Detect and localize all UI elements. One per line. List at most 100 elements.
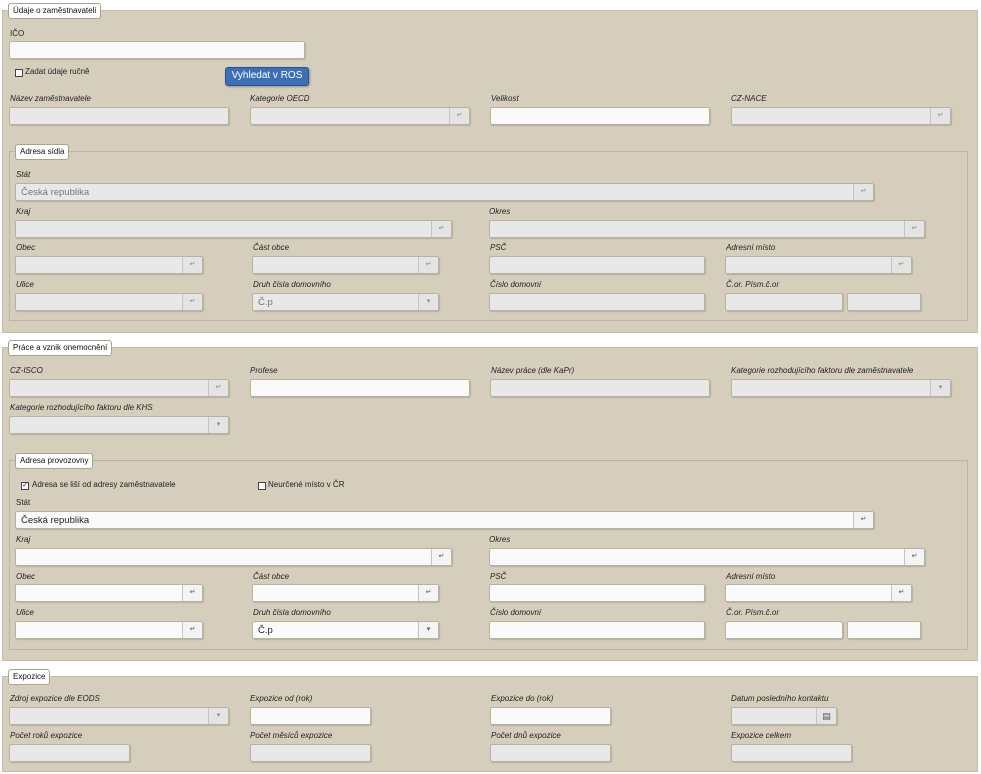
- op-orient-label: Č.or. Písm.č.or: [726, 608, 780, 617]
- oecd-label: Kategorie OECD: [250, 94, 310, 103]
- op-house-number-input[interactable]: [489, 621, 705, 639]
- exposure-days-input[interactable]: [490, 744, 611, 762]
- lookup-icon[interactable]: ↵: [853, 512, 873, 528]
- ico-input[interactable]: [9, 41, 305, 59]
- seat-orient-number-input[interactable]: [725, 293, 843, 311]
- job-name-input[interactable]: [490, 379, 710, 397]
- seat-house-number-input[interactable]: [489, 293, 705, 311]
- exposure-section-legend: Expozice: [8, 669, 51, 685]
- operation-address-legend: Adresa provozovny: [15, 453, 94, 469]
- op-country-label: Stát: [16, 498, 31, 507]
- isco-label: CZ-ISCO: [10, 366, 43, 375]
- chevron-down-icon[interactable]: ▾: [208, 708, 228, 724]
- op-region-label: Kraj: [16, 535, 31, 544]
- op-region-input[interactable]: ↵: [15, 548, 452, 566]
- employer-factor-select[interactable]: ▾: [731, 379, 951, 397]
- op-house-number-label: Číslo domovní: [490, 608, 542, 617]
- size-input[interactable]: [490, 107, 710, 125]
- lookup-icon[interactable]: ↵: [208, 380, 228, 396]
- chevron-down-icon[interactable]: ▾: [418, 294, 438, 310]
- lookup-icon[interactable]: ↵: [853, 184, 873, 200]
- op-psc-input[interactable]: [489, 584, 705, 602]
- op-district-input[interactable]: ↵: [489, 548, 925, 566]
- op-address-point-input[interactable]: ↵: [725, 584, 912, 602]
- op-orient-letter-input[interactable]: [847, 621, 921, 639]
- employer-name-label: Název zaměstnavatele: [10, 94, 91, 103]
- lookup-icon[interactable]: ↵: [418, 585, 438, 601]
- manual-entry-checkbox[interactable]: [15, 69, 23, 77]
- op-house-type-select[interactable]: Č.p ▾: [252, 621, 439, 639]
- op-district-label: Okres: [489, 535, 511, 544]
- lookup-icon[interactable]: ↵: [431, 221, 451, 237]
- profession-label: Profese: [250, 366, 278, 375]
- lookup-icon[interactable]: ↵: [182, 257, 202, 273]
- chevron-down-icon[interactable]: ▾: [208, 417, 228, 433]
- exposure-from-input[interactable]: [250, 707, 371, 725]
- nace-input[interactable]: ↵: [731, 107, 951, 125]
- seat-country-input[interactable]: Česká republika ↵: [15, 183, 874, 201]
- work-section-legend: Práce a vznik onemocnění: [8, 340, 113, 356]
- lookup-icon[interactable]: ↵: [431, 549, 451, 565]
- exposure-to-input[interactable]: [490, 707, 611, 725]
- op-street-label: Ulice: [16, 608, 34, 617]
- seat-country-label: Stát: [16, 170, 31, 179]
- op-psc-label: PSČ: [490, 572, 507, 581]
- lookup-icon[interactable]: ↵: [182, 622, 202, 638]
- seat-region-input[interactable]: ↵: [15, 220, 452, 238]
- lookup-icon[interactable]: ↵: [182, 585, 202, 601]
- seat-part-input[interactable]: ↵: [252, 256, 439, 274]
- employer-name-input[interactable]: [9, 107, 229, 125]
- address-differs-checkbox[interactable]: ✓: [21, 482, 29, 490]
- lookup-icon[interactable]: ↵: [449, 108, 469, 124]
- chevron-down-icon[interactable]: ▾: [930, 380, 950, 396]
- isco-input[interactable]: ↵: [9, 379, 229, 397]
- seat-street-input[interactable]: ↵: [15, 293, 203, 311]
- seat-district-label: Okres: [489, 207, 511, 216]
- lookup-icon[interactable]: ↵: [418, 257, 438, 273]
- calendar-icon[interactable]: ▤: [816, 708, 836, 724]
- last-contact-label: Datum posledního kontaktu: [731, 694, 829, 703]
- lookup-icon[interactable]: ↵: [891, 257, 911, 273]
- oecd-input[interactable]: ↵: [250, 107, 470, 125]
- employer-section-legend: Údaje o zaměstnavateli: [8, 3, 102, 19]
- lookup-icon[interactable]: ↵: [904, 549, 924, 565]
- exposure-total-input[interactable]: [731, 744, 852, 762]
- op-orient-number-input[interactable]: [725, 621, 843, 639]
- op-country-input[interactable]: Česká republika ↵: [15, 511, 874, 529]
- khs-factor-select[interactable]: ▾: [9, 416, 229, 434]
- op-municipality-label: Obec: [16, 572, 36, 581]
- seat-house-type-select[interactable]: Č.p ▾: [252, 293, 439, 311]
- op-country-value: Česká republika: [21, 515, 90, 526]
- seat-district-input[interactable]: ↵: [489, 220, 925, 238]
- seat-municipality-label: Obec: [16, 243, 36, 252]
- seat-municipality-input[interactable]: ↵: [15, 256, 203, 274]
- lookup-icon[interactable]: ↵: [182, 294, 202, 310]
- profession-input[interactable]: [250, 379, 470, 397]
- op-street-input[interactable]: ↵: [15, 621, 203, 639]
- exposure-months-label: Počet měsíců expozice: [250, 731, 333, 740]
- lookup-icon[interactable]: ↵: [904, 221, 924, 237]
- search-ros-button[interactable]: Vyhledat v ROS: [225, 67, 309, 86]
- seat-psc-label: PSČ: [490, 243, 507, 252]
- op-house-type-value: Č.p: [258, 625, 273, 636]
- exposure-from-label: Expozice od (rok): [250, 694, 313, 703]
- seat-house-type-label: Druh čísla domovního: [253, 280, 331, 289]
- op-part-input[interactable]: ↵: [252, 584, 439, 602]
- seat-orient-letter-input[interactable]: [847, 293, 921, 311]
- op-municipality-input[interactable]: ↵: [15, 584, 203, 602]
- seat-house-type-value: Č.p: [258, 297, 273, 308]
- seat-psc-input[interactable]: [489, 256, 705, 274]
- last-contact-input[interactable]: ▤: [731, 707, 837, 725]
- lookup-icon[interactable]: ↵: [891, 585, 911, 601]
- unspecified-place-label: Neurčené místo v ČR: [268, 480, 345, 489]
- lookup-icon[interactable]: ↵: [930, 108, 950, 124]
- exposure-months-input[interactable]: [250, 744, 371, 762]
- chevron-down-icon[interactable]: ▾: [418, 622, 438, 638]
- seat-address-point-input[interactable]: ↵: [725, 256, 912, 274]
- exposure-source-select[interactable]: ▾: [9, 707, 229, 725]
- unspecified-place-checkbox[interactable]: [258, 482, 266, 490]
- ico-label: IČO: [10, 29, 25, 38]
- exposure-years-input[interactable]: [9, 744, 130, 762]
- seat-street-label: Ulice: [16, 280, 34, 289]
- address-differs-label: Adresa se liší od adresy zaměstnavatele: [32, 480, 176, 489]
